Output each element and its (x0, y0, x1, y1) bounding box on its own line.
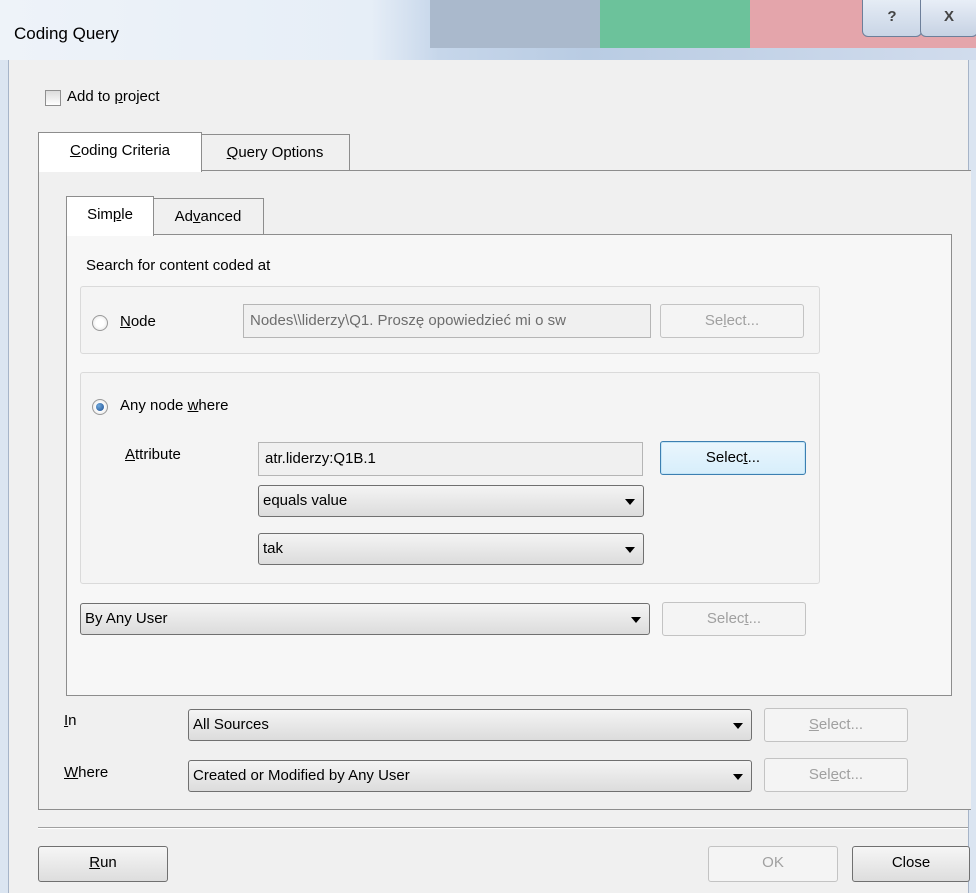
tab-query-options[interactable]: Query Options (200, 134, 350, 171)
tab-simple[interactable]: Simple (66, 196, 154, 236)
tab-advanced[interactable]: Advanced (152, 198, 264, 235)
in-label: In (64, 712, 77, 729)
footer-separator (38, 827, 968, 829)
chevron-down-icon (625, 499, 635, 505)
run-button[interactable]: Run (38, 846, 168, 882)
in-select-button[interactable]: Select... (764, 708, 908, 742)
search-heading: Search for content coded at (86, 257, 271, 274)
attribute-label: Attribute (125, 446, 181, 463)
window-title: Coding Query (14, 24, 119, 43)
window-frame-left (0, 60, 9, 893)
any-node-radio-label[interactable]: Any node where (120, 397, 228, 414)
chevron-down-icon (631, 617, 641, 623)
node-radio-label[interactable]: Node (120, 313, 156, 330)
close-button[interactable]: Close (852, 846, 970, 882)
close-window-button[interactable]: X (920, 0, 976, 37)
add-to-project-checkbox[interactable] (45, 90, 61, 106)
where-label: Where (64, 764, 109, 781)
any-node-radio[interactable] (92, 399, 108, 415)
node-path-field[interactable]: Nodes\\liderzy\Q1. Proszę opowiedzieć mi… (243, 304, 651, 338)
node-select-button[interactable]: Select... (660, 304, 804, 338)
node-radio[interactable] (92, 315, 108, 331)
help-icon: ? (887, 8, 897, 25)
user-select-button[interactable]: Select... (662, 602, 806, 636)
chevron-down-icon (733, 774, 743, 780)
tab-coding-criteria[interactable]: Coding Criteria (38, 132, 202, 172)
attribute-select-button[interactable]: Select... (660, 441, 806, 475)
close-icon: X (943, 8, 954, 25)
value-dropdown[interactable]: tak (258, 533, 644, 565)
chevron-down-icon (625, 547, 635, 553)
user-dropdown[interactable]: By Any User (80, 603, 650, 635)
operator-dropdown[interactable]: equals value (258, 485, 644, 517)
attribute-field[interactable]: atr.liderzy:Q1B.1 (258, 442, 643, 476)
ok-button[interactable]: OK (708, 846, 838, 882)
help-button[interactable]: ? (862, 0, 922, 37)
add-to-project-label[interactable]: Add to project (67, 88, 160, 105)
where-dropdown[interactable]: Created or Modified by Any User (188, 760, 752, 792)
title-bar[interactable]: Coding Query ? X (0, 0, 976, 60)
in-dropdown[interactable]: All Sources (188, 709, 752, 741)
chevron-down-icon (733, 723, 743, 729)
where-select-button[interactable]: Select... (764, 758, 908, 792)
